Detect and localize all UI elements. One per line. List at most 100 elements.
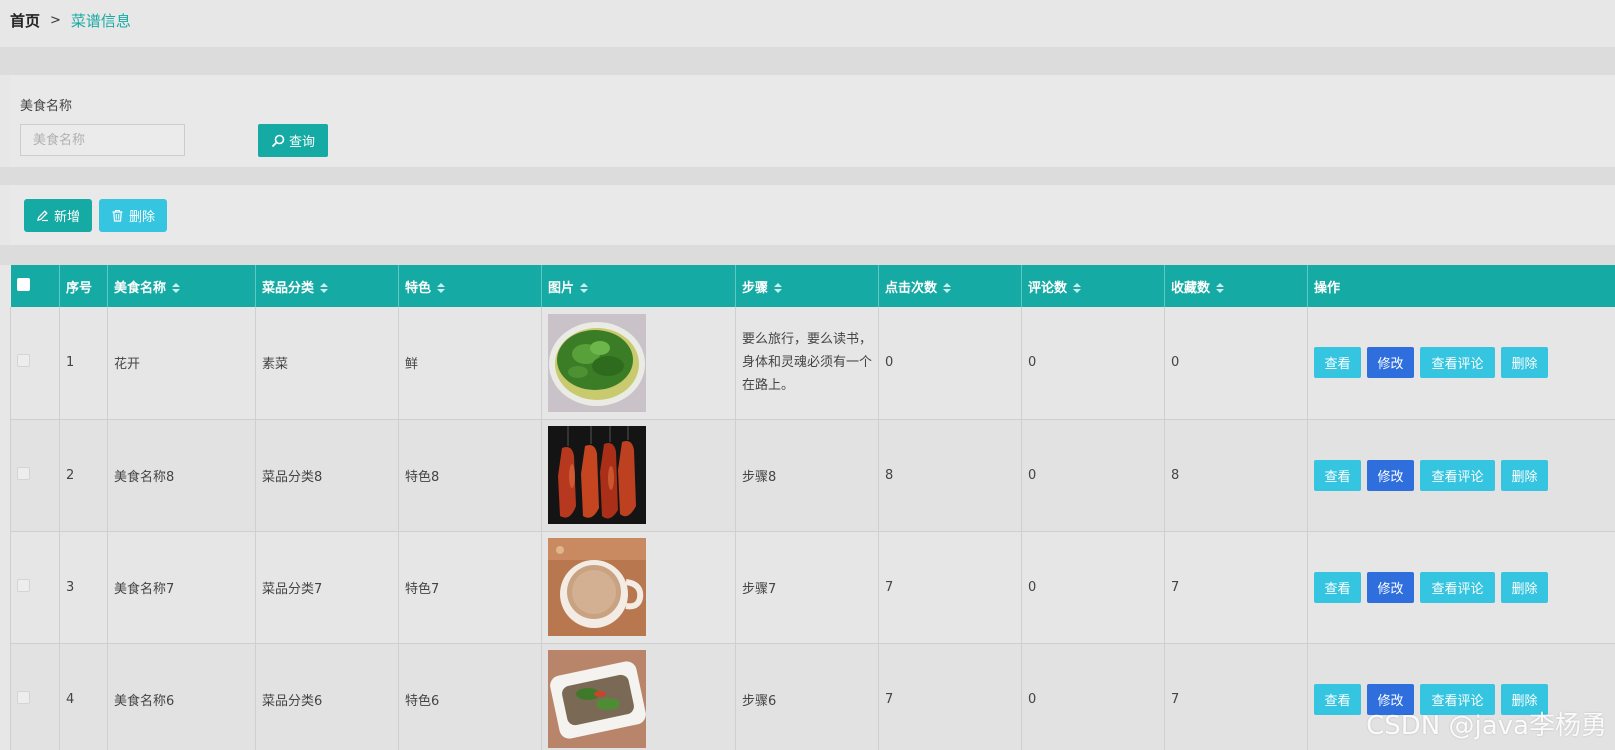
select-all-checkbox[interactable] bbox=[16, 277, 30, 291]
row-select-cell bbox=[10, 419, 60, 532]
edit-button[interactable]: 修改 bbox=[1367, 459, 1414, 491]
view-button[interactable]: 查看 bbox=[1314, 459, 1361, 491]
view-comments-button[interactable]: 查看评论 bbox=[1420, 571, 1495, 603]
food-name-search-input[interactable] bbox=[20, 124, 185, 156]
steps-cell: 步骤7 bbox=[735, 531, 879, 644]
column-header-label: 美食名称 bbox=[114, 280, 167, 296]
recipe-table: 序号 美食名称 菜品分类 特色 图片 步骤 点击次数 评论数 收藏数 操作 1 … bbox=[10, 265, 1615, 750]
actions-cell: 查看 修改 查看评论 删除 bbox=[1307, 531, 1615, 644]
table-row: 1 花开 素菜 鲜 要么旅行，要么读书，身体和灵魂必须有一个在路上。 0 0 0… bbox=[10, 307, 1615, 420]
row-checkbox[interactable] bbox=[17, 690, 30, 704]
feature-cell: 鲜 bbox=[398, 307, 542, 420]
sort-icon[interactable] bbox=[172, 281, 181, 295]
delete-button[interactable]: 删除 bbox=[1501, 347, 1548, 379]
column-header-comments[interactable]: 评论数 bbox=[1021, 265, 1165, 307]
comments-cell: 0 bbox=[1021, 419, 1165, 532]
food-image-milk-tea[interactable] bbox=[548, 538, 646, 636]
column-header-feature[interactable]: 特色 bbox=[398, 265, 542, 307]
search-label: 美食名称 bbox=[20, 99, 73, 114]
clicks-cell: 8 bbox=[878, 419, 1022, 532]
index-cell: 2 bbox=[59, 419, 108, 532]
search-button[interactable]: 查询 bbox=[258, 124, 328, 157]
column-header-label: 评论数 bbox=[1028, 280, 1068, 296]
table-row: 2 美食名称8 菜品分类8 特色8 步骤8 8 0 8 查看 修改 查看评论 删… bbox=[10, 419, 1615, 532]
column-header-label: 点击次数 bbox=[885, 280, 938, 296]
category-cell: 菜品分类8 bbox=[255, 419, 399, 532]
column-header-name[interactable]: 美食名称 bbox=[107, 265, 256, 307]
food-image-roast-duck[interactable] bbox=[548, 426, 646, 524]
feature-cell: 特色6 bbox=[398, 643, 542, 750]
food-image-cold-dish[interactable] bbox=[548, 650, 646, 748]
comments-cell: 0 bbox=[1021, 531, 1165, 644]
image-cell bbox=[541, 531, 736, 644]
batch-delete-button[interactable]: 删除 bbox=[99, 199, 167, 232]
column-header-label: 操作 bbox=[1314, 280, 1341, 296]
row-select-cell bbox=[10, 307, 60, 420]
image-cell bbox=[541, 643, 736, 750]
comments-cell: 0 bbox=[1021, 643, 1165, 750]
row-select-cell bbox=[10, 531, 60, 644]
comments-cell: 0 bbox=[1021, 307, 1165, 420]
name-cell: 花开 bbox=[107, 307, 256, 420]
clicks-cell: 7 bbox=[878, 531, 1022, 644]
column-header-label: 特色 bbox=[405, 280, 432, 296]
feature-cell: 特色7 bbox=[398, 531, 542, 644]
breadcrumb-separator: > bbox=[50, 12, 61, 28]
favorites-cell: 7 bbox=[1164, 643, 1308, 750]
search-icon bbox=[271, 134, 285, 147]
search-button-label: 查询 bbox=[288, 135, 315, 150]
image-cell bbox=[541, 307, 736, 420]
column-header-actions: 操作 bbox=[1307, 265, 1615, 307]
category-cell: 菜品分类7 bbox=[255, 531, 399, 644]
breadcrumb: 首页 > 菜谱信息 bbox=[10, 8, 131, 32]
add-button[interactable]: 新增 bbox=[24, 199, 92, 232]
view-button[interactable]: 查看 bbox=[1314, 683, 1361, 715]
sort-icon[interactable] bbox=[774, 281, 783, 295]
index-cell: 3 bbox=[59, 531, 108, 644]
view-button[interactable]: 查看 bbox=[1314, 347, 1361, 379]
view-comments-button[interactable]: 查看评论 bbox=[1420, 347, 1495, 379]
feature-cell: 特色8 bbox=[398, 419, 542, 532]
sort-icon[interactable] bbox=[1216, 281, 1225, 295]
view-button[interactable]: 查看 bbox=[1314, 571, 1361, 603]
row-checkbox[interactable] bbox=[17, 466, 30, 480]
delete-button[interactable]: 删除 bbox=[1501, 571, 1548, 603]
edit-button[interactable]: 修改 bbox=[1367, 347, 1414, 379]
delete-button[interactable]: 删除 bbox=[1501, 459, 1548, 491]
column-header-clicks[interactable]: 点击次数 bbox=[878, 265, 1022, 307]
row-checkbox[interactable] bbox=[17, 354, 30, 368]
row-checkbox[interactable] bbox=[17, 578, 30, 592]
divider bbox=[0, 245, 1615, 265]
trash-icon bbox=[112, 209, 123, 222]
table-row: 3 美食名称7 菜品分类7 特色7 步骤7 7 0 7 查看 修改 查看评论 删… bbox=[10, 531, 1615, 644]
sort-icon[interactable] bbox=[580, 281, 589, 295]
name-cell: 美食名称8 bbox=[107, 419, 256, 532]
sort-icon[interactable] bbox=[1073, 281, 1082, 295]
breadcrumb-home-link[interactable]: 首页 bbox=[10, 10, 40, 31]
column-header-label: 步骤 bbox=[742, 280, 769, 296]
breadcrumb-current: 菜谱信息 bbox=[70, 11, 131, 30]
column-header-label: 序号 bbox=[66, 280, 93, 296]
view-comments-button[interactable]: 查看评论 bbox=[1420, 459, 1495, 491]
column-header-favorites[interactable]: 收藏数 bbox=[1164, 265, 1308, 307]
watermark: CSDN @java李杨勇 bbox=[1366, 711, 1607, 741]
column-header-label: 图片 bbox=[548, 280, 575, 296]
column-header-steps[interactable]: 步骤 bbox=[735, 265, 879, 307]
sort-icon[interactable] bbox=[943, 281, 952, 295]
column-header-category[interactable]: 菜品分类 bbox=[255, 265, 399, 307]
category-cell: 菜品分类6 bbox=[255, 643, 399, 750]
column-header-index: 序号 bbox=[59, 265, 108, 307]
column-header-image[interactable]: 图片 bbox=[541, 265, 736, 307]
sort-icon[interactable] bbox=[437, 281, 446, 295]
edit-button[interactable]: 修改 bbox=[1367, 571, 1414, 603]
category-cell: 素菜 bbox=[255, 307, 399, 420]
select-all-header bbox=[10, 265, 60, 307]
actions-cell: 查看 修改 查看评论 删除 bbox=[1307, 419, 1615, 532]
clicks-cell: 7 bbox=[878, 643, 1022, 750]
clicks-cell: 0 bbox=[878, 307, 1022, 420]
sort-icon[interactable] bbox=[320, 281, 329, 295]
steps-text: 要么旅行，要么读书，身体和灵魂必须有一个在路上。 bbox=[742, 332, 873, 394]
toolbar: 新增 删除 bbox=[10, 185, 1615, 245]
column-header-label: 收藏数 bbox=[1171, 280, 1211, 296]
food-image-greens[interactable] bbox=[548, 313, 646, 412]
